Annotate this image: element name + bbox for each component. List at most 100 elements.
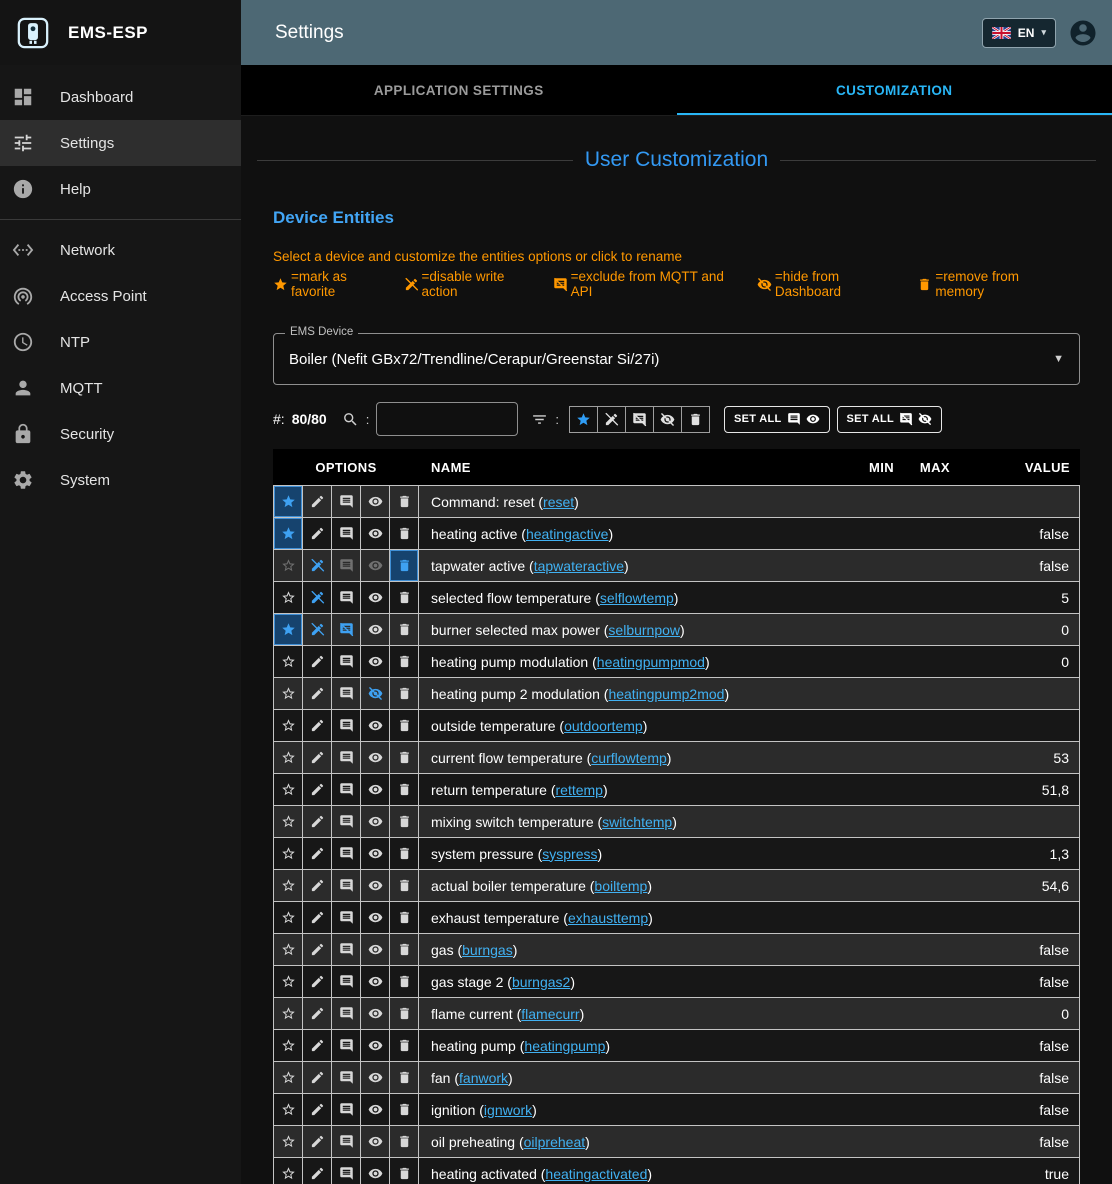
favorite-star-icon[interactable] bbox=[274, 1094, 303, 1125]
remove-memory-icon[interactable] bbox=[390, 518, 419, 549]
exclude-mqtt-icon[interactable] bbox=[332, 486, 361, 517]
exclude-mqtt-icon[interactable] bbox=[332, 1030, 361, 1061]
entity-name[interactable]: heating active (heatingactive) bbox=[419, 518, 843, 549]
remove-memory-icon[interactable] bbox=[390, 966, 419, 997]
remove-memory-icon[interactable] bbox=[390, 742, 419, 773]
favorite-star-icon[interactable] bbox=[274, 998, 303, 1029]
hide-dashboard-icon[interactable] bbox=[361, 902, 390, 933]
entity-name[interactable]: heating activated (heatingactivated) bbox=[419, 1158, 843, 1184]
hide-dashboard-icon[interactable] bbox=[361, 806, 390, 837]
favorite-star-icon[interactable] bbox=[274, 646, 303, 677]
exclude-mqtt-icon[interactable] bbox=[332, 742, 361, 773]
sidebar-item-mqtt[interactable]: MQTT bbox=[0, 365, 241, 411]
remove-memory-icon[interactable] bbox=[390, 902, 419, 933]
entity-shortname-link[interactable]: curflowtemp bbox=[591, 750, 666, 766]
exclude-mqtt-icon[interactable] bbox=[332, 870, 361, 901]
filter-exclude-mqtt-button[interactable] bbox=[625, 406, 654, 433]
entity-shortname-link[interactable]: heatingpump bbox=[524, 1038, 605, 1054]
entity-shortname-link[interactable]: selflowtemp bbox=[600, 590, 674, 606]
sidebar-item-access-point[interactable]: Access Point bbox=[0, 273, 241, 319]
hide-dashboard-icon[interactable] bbox=[361, 1158, 390, 1184]
entity-shortname-link[interactable]: reset bbox=[543, 494, 574, 510]
disable-write-icon[interactable] bbox=[303, 1126, 332, 1157]
entity-name[interactable]: return temperature (rettemp) bbox=[419, 774, 843, 805]
favorite-star-icon[interactable] bbox=[274, 934, 303, 965]
hide-dashboard-icon[interactable] bbox=[361, 710, 390, 741]
entity-shortname-link[interactable]: burngas bbox=[462, 942, 513, 958]
entity-shortname-link[interactable]: selburnpow bbox=[608, 622, 680, 638]
favorite-star-icon[interactable] bbox=[274, 806, 303, 837]
entity-name[interactable]: mixing switch temperature (switchtemp) bbox=[419, 806, 843, 837]
exclude-mqtt-icon[interactable] bbox=[332, 1126, 361, 1157]
sidebar-item-security[interactable]: Security bbox=[0, 411, 241, 457]
hide-dashboard-icon[interactable] bbox=[361, 1126, 390, 1157]
exclude-mqtt-icon[interactable] bbox=[332, 902, 361, 933]
favorite-star-icon[interactable] bbox=[274, 710, 303, 741]
tab-application-settings[interactable]: APPLICATION SETTINGS bbox=[241, 65, 677, 115]
search-input[interactable] bbox=[376, 402, 518, 436]
disable-write-icon[interactable] bbox=[303, 966, 332, 997]
disable-write-icon[interactable] bbox=[303, 550, 332, 581]
entity-name[interactable]: heating pump (heatingpump) bbox=[419, 1030, 843, 1061]
disable-write-icon[interactable] bbox=[303, 582, 332, 613]
disable-write-icon[interactable] bbox=[303, 710, 332, 741]
favorite-star-icon[interactable] bbox=[274, 518, 303, 549]
entity-name[interactable]: exhaust temperature (exhausttemp) bbox=[419, 902, 843, 933]
exclude-mqtt-icon[interactable] bbox=[332, 774, 361, 805]
sidebar-item-dashboard[interactable]: Dashboard bbox=[0, 74, 241, 120]
favorite-star-icon[interactable] bbox=[274, 1062, 303, 1093]
favorite-star-icon[interactable] bbox=[274, 614, 303, 645]
entity-name[interactable]: burner selected max power (selburnpow) bbox=[419, 614, 843, 645]
exclude-mqtt-icon[interactable] bbox=[332, 646, 361, 677]
entity-shortname-link[interactable]: ignwork bbox=[484, 1102, 532, 1118]
remove-memory-icon[interactable] bbox=[390, 678, 419, 709]
entity-shortname-link[interactable]: oilpreheat bbox=[524, 1134, 586, 1150]
entity-shortname-link[interactable]: rettemp bbox=[556, 782, 603, 798]
disable-write-icon[interactable] bbox=[303, 774, 332, 805]
favorite-star-icon[interactable] bbox=[274, 1158, 303, 1184]
remove-memory-icon[interactable] bbox=[390, 1094, 419, 1125]
exclude-mqtt-icon[interactable] bbox=[332, 518, 361, 549]
hide-dashboard-icon[interactable] bbox=[361, 774, 390, 805]
hide-dashboard-icon[interactable] bbox=[361, 646, 390, 677]
hide-dashboard-icon[interactable] bbox=[361, 518, 390, 549]
hide-dashboard-icon[interactable] bbox=[361, 614, 390, 645]
tab-customization[interactable]: CUSTOMIZATION bbox=[677, 65, 1112, 115]
disable-write-icon[interactable] bbox=[303, 486, 332, 517]
entity-name[interactable]: system pressure (syspress) bbox=[419, 838, 843, 869]
filter-hide-dashboard-button[interactable] bbox=[653, 406, 682, 433]
entity-name[interactable]: selected flow temperature (selflowtemp) bbox=[419, 582, 843, 613]
hide-dashboard-icon[interactable] bbox=[361, 678, 390, 709]
remove-memory-icon[interactable] bbox=[390, 1126, 419, 1157]
filter-disable-write-button[interactable] bbox=[597, 406, 626, 433]
exclude-mqtt-icon[interactable] bbox=[332, 582, 361, 613]
entity-name[interactable]: tapwater active (tapwateractive) bbox=[419, 550, 843, 581]
remove-memory-icon[interactable] bbox=[390, 582, 419, 613]
remove-memory-icon[interactable] bbox=[390, 646, 419, 677]
filter-remove-memory-button[interactable] bbox=[681, 406, 710, 433]
disable-write-icon[interactable] bbox=[303, 614, 332, 645]
entity-shortname-link[interactable]: boiltemp bbox=[594, 878, 647, 894]
entity-shortname-link[interactable]: exhausttemp bbox=[568, 910, 648, 926]
remove-memory-icon[interactable] bbox=[390, 838, 419, 869]
remove-memory-icon[interactable] bbox=[390, 806, 419, 837]
entity-shortname-link[interactable]: heatingpumpmod bbox=[597, 654, 705, 670]
favorite-star-icon[interactable] bbox=[274, 582, 303, 613]
disable-write-icon[interactable] bbox=[303, 806, 332, 837]
filter-favorite-button[interactable] bbox=[569, 406, 598, 433]
favorite-star-icon[interactable] bbox=[274, 1030, 303, 1061]
disable-write-icon[interactable] bbox=[303, 742, 332, 773]
exclude-mqtt-icon[interactable] bbox=[332, 1158, 361, 1184]
entity-name[interactable]: ignition (ignwork) bbox=[419, 1094, 843, 1125]
hide-dashboard-icon[interactable] bbox=[361, 870, 390, 901]
exclude-mqtt-icon[interactable] bbox=[332, 678, 361, 709]
entity-name[interactable]: oil preheating (oilpreheat) bbox=[419, 1126, 843, 1157]
entity-shortname-link[interactable]: flamecurr bbox=[521, 1006, 579, 1022]
set-all-show-button[interactable]: SET ALL bbox=[724, 406, 830, 433]
entity-shortname-link[interactable]: switchtemp bbox=[602, 814, 672, 830]
exclude-mqtt-icon[interactable] bbox=[332, 1062, 361, 1093]
disable-write-icon[interactable] bbox=[303, 1062, 332, 1093]
disable-write-icon[interactable] bbox=[303, 1094, 332, 1125]
set-all-hide-button[interactable]: SET ALL bbox=[837, 406, 943, 433]
disable-write-icon[interactable] bbox=[303, 998, 332, 1029]
